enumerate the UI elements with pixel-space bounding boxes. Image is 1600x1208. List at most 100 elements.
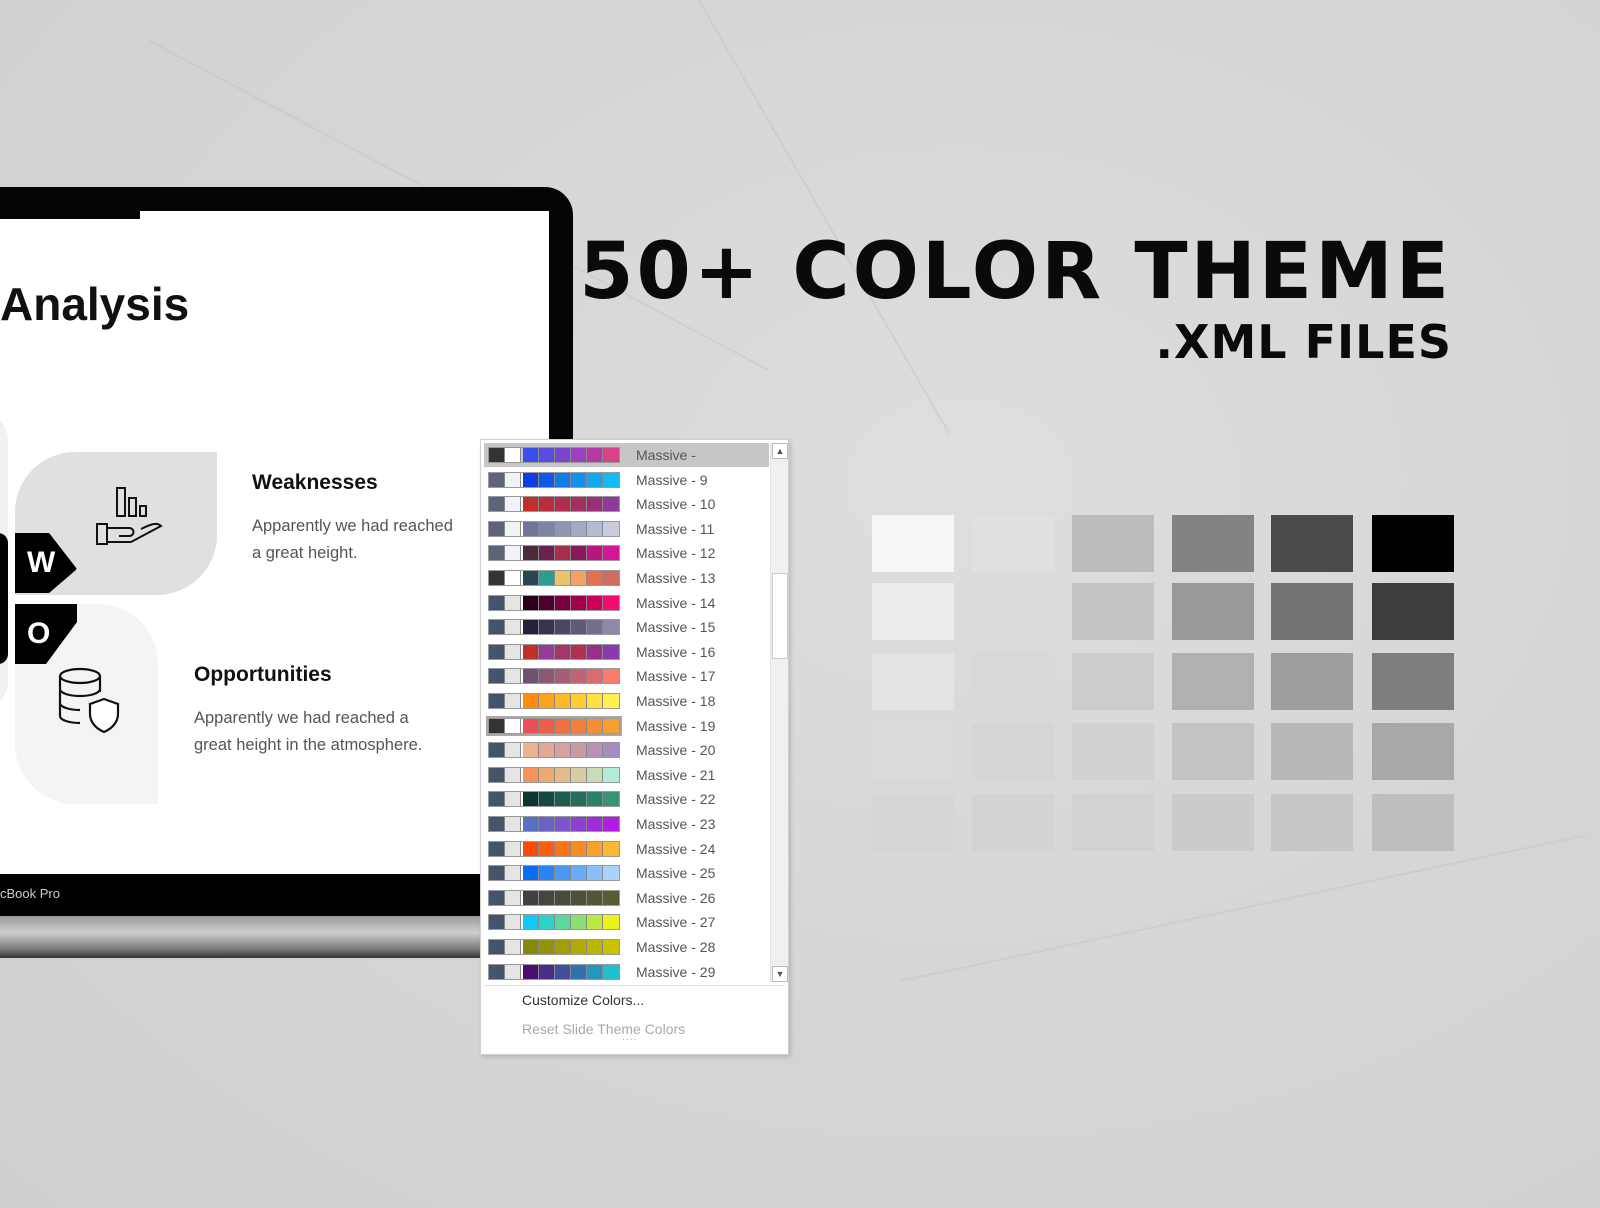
reset-theme-colors-item[interactable]: Reset Slide Theme Colors [522, 1021, 685, 1037]
theme-option[interactable]: Massive - 19 [484, 714, 769, 738]
customize-colors-item[interactable]: Customize Colors... [522, 992, 644, 1008]
color-swatch [555, 866, 571, 881]
color-swatch [603, 694, 619, 708]
color-swatch [489, 644, 505, 659]
color-swatch [603, 964, 619, 979]
laptop-chin: cBook Pro [0, 874, 490, 916]
theme-name: Massive - 21 [636, 766, 716, 783]
theme-name: Massive - 12 [636, 545, 716, 562]
color-swatch [505, 792, 521, 807]
color-swatch [603, 841, 619, 856]
gray-swatch [972, 794, 1054, 851]
theme-option[interactable]: Massive - 24 [484, 837, 769, 861]
theme-name: Massive - 15 [636, 619, 716, 636]
headline-title: 50+ COLOR THEME [579, 227, 1452, 317]
theme-option[interactable]: Massive - 26 [484, 886, 769, 910]
color-swatch [539, 743, 555, 758]
theme-option[interactable]: Massive - 11 [484, 517, 769, 541]
palette-swatches [488, 914, 620, 931]
color-swatch [571, 448, 587, 462]
palette-swatches [488, 520, 620, 537]
weaknesses-heading: Weaknesses [252, 471, 378, 494]
color-swatch [603, 472, 619, 487]
theme-option[interactable]: Massive - 15 [484, 615, 769, 639]
color-swatch [603, 718, 619, 733]
color-swatch [587, 448, 603, 462]
theme-name: Massive - [636, 447, 696, 463]
color-swatch [555, 915, 571, 930]
color-swatch [587, 817, 603, 831]
theme-name: Massive - 14 [636, 594, 716, 611]
opportunities-body-1: Apparently we had reached a [194, 709, 409, 727]
laptop-base [0, 916, 490, 958]
color-swatch [489, 595, 505, 610]
color-swatch [523, 767, 539, 782]
color-swatch [603, 890, 619, 905]
gray-swatch [1072, 794, 1154, 851]
color-swatch [523, 964, 539, 979]
color-swatch [505, 472, 521, 487]
color-swatch [571, 792, 587, 807]
palette-swatches [488, 668, 620, 685]
color-swatch [505, 817, 521, 831]
color-swatch [523, 497, 539, 512]
color-swatch [555, 521, 571, 536]
color-swatch [539, 571, 555, 585]
theme-option[interactable]: Massive - 20 [484, 738, 769, 762]
theme-option[interactable]: Massive - 25 [484, 861, 769, 885]
theme-option[interactable]: Massive - 29 [484, 960, 769, 984]
theme-option[interactable]: Massive - 23 [484, 812, 769, 836]
color-swatch [505, 915, 521, 930]
color-swatch [571, 571, 587, 585]
color-swatch [555, 964, 571, 979]
resize-grip[interactable]: .... [622, 1032, 637, 1043]
color-swatch [603, 595, 619, 610]
theme-option[interactable]: Massive - 21 [484, 763, 769, 787]
color-swatch [539, 915, 555, 930]
theme-option[interactable]: Massive - 9 [484, 468, 769, 492]
theme-name: Massive - 25 [636, 865, 716, 882]
color-swatch [539, 792, 555, 807]
theme-colors-dropdown: Massive - Massive - 9 Massive - 10 Massive … [480, 439, 789, 1055]
color-swatch [505, 940, 521, 954]
color-swatch [555, 718, 571, 733]
color-swatch [571, 644, 587, 659]
gray-swatch [1072, 653, 1154, 710]
palette-swatches [488, 545, 620, 562]
theme-option[interactable]: Massive - 22 [484, 787, 769, 811]
theme-option[interactable]: Massive - 10 [484, 492, 769, 516]
gray-swatch [1172, 723, 1254, 780]
color-swatch [523, 546, 539, 561]
color-swatch [505, 964, 521, 979]
theme-option[interactable]: Massive - 27 [484, 910, 769, 934]
scroll-down-arrow-icon[interactable]: ▼ [772, 966, 788, 982]
scroll-up-arrow-icon[interactable]: ▲ [772, 443, 788, 459]
scrollbar[interactable]: ▲ ▼ [770, 443, 788, 982]
slide-title: Analysis [0, 278, 190, 330]
theme-option[interactable]: Massive - 14 [484, 591, 769, 615]
theme-option[interactable]: Massive - [484, 443, 769, 467]
color-swatch [555, 792, 571, 807]
color-swatch [539, 521, 555, 536]
theme-option[interactable]: Massive - 16 [484, 640, 769, 664]
theme-option[interactable]: Massive - 12 [484, 541, 769, 565]
color-swatch [571, 546, 587, 561]
gray-swatch [1271, 723, 1353, 780]
scrollbar-thumb[interactable] [772, 573, 788, 659]
color-swatch [523, 940, 539, 954]
color-swatch [539, 767, 555, 782]
device-label: cBook Pro [0, 886, 60, 901]
gray-swatch [1372, 723, 1454, 780]
gray-swatch [1372, 515, 1454, 572]
color-swatch [489, 866, 505, 881]
theme-option[interactable]: Massive - 18 [484, 689, 769, 713]
theme-name: Massive - 11 [636, 520, 715, 537]
theme-option[interactable]: Massive - 28 [484, 935, 769, 959]
database-shield-icon [58, 667, 120, 734]
s-badge [0, 533, 8, 664]
palette-swatches [488, 816, 620, 832]
theme-option[interactable]: Massive - 17 [484, 664, 769, 688]
theme-option[interactable]: Massive - 13 [484, 566, 769, 590]
color-swatch [587, 964, 603, 979]
color-swatch [539, 644, 555, 659]
